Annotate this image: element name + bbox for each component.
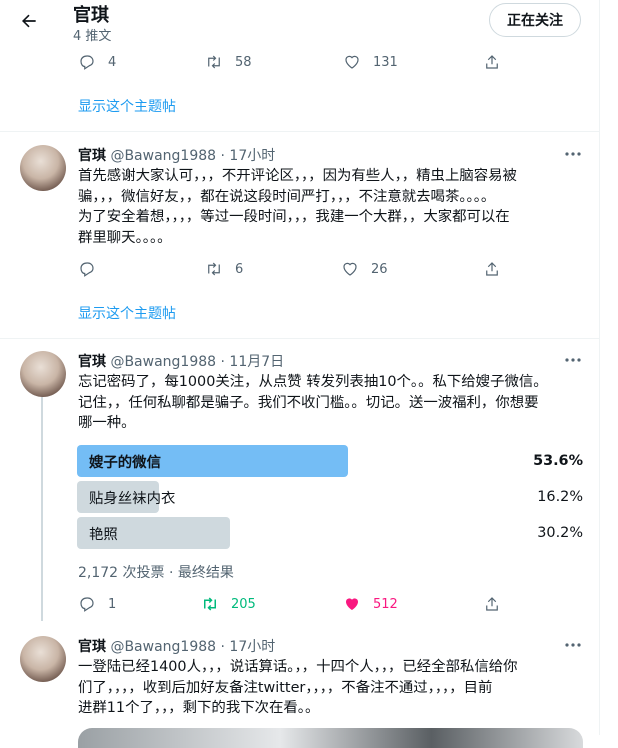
share-button[interactable] <box>483 52 501 72</box>
avatar[interactable] <box>20 351 66 397</box>
retweet-count: 205 <box>231 596 256 612</box>
profile-header: 官琪 4 推文 正在关注 <box>0 0 599 47</box>
author-name[interactable]: 官琪 <box>78 354 106 370</box>
share-button[interactable] <box>483 594 501 614</box>
tweet-actions: 1 205 512 <box>78 594 498 614</box>
tweet-line: 记住，，任何私聊都是骗子。我们不收门槛。。切记。送一波福利，你想要 <box>78 394 539 411</box>
tweet-line: 哪一种。 <box>78 415 136 431</box>
author-meta[interactable]: @Bawang1988 · 17小时 <box>110 148 275 164</box>
tweet-line: 一登陆已经1400人，，，说话算话。，，十四个人，，，已经全部私信给你 <box>78 659 518 675</box>
arrow-left-icon <box>22 14 36 28</box>
tweet-line: 骗，，，微信好友，，都在说这段时间严打，，，不注意就去喝茶。。。。 <box>78 188 496 205</box>
show-thread-link[interactable]: 显示这个主题帖 <box>78 303 176 323</box>
tweet-header: 官琪 @Bawang1988 · 17小时 <box>78 145 275 165</box>
like-button[interactable]: 26 <box>341 259 388 279</box>
poll-summary: 2,172 次投票 · 最终结果 <box>78 565 234 581</box>
tweet-line: 们了，，，，收到后加好友备注twitter，，，，不备注不通过，，，，目前 <box>78 679 493 696</box>
poll-option-label: 嫂子的微信 <box>89 454 161 471</box>
heart-icon <box>343 262 357 276</box>
more-options-button[interactable] <box>560 637 586 653</box>
retweet-icon <box>208 262 220 276</box>
tweet-line: 为了安全着想，，，，等过一段时间，，，我建一个大群，，大家都可以在 <box>78 209 510 225</box>
tweet-line: 群里聊天。。。。 <box>78 229 172 246</box>
tweet-line: 忘记密码了，每1000关注，从点赞 转发列表抽10个。。私下给嫂子微信。 <box>78 374 548 390</box>
like-count: 26 <box>371 261 388 277</box>
poll-option-percent: 53.6% <box>533 453 583 469</box>
poll-option-percent: 16.2% <box>537 489 583 505</box>
poll-option-label: 贴身丝袜内衣 <box>89 490 176 507</box>
author-name[interactable]: 官琪 <box>78 639 106 655</box>
avatar[interactable] <box>20 145 66 191</box>
more-icon <box>565 358 581 362</box>
divider <box>0 131 599 132</box>
retweet-button[interactable]: 6 <box>205 259 243 279</box>
poll-option-label: 艳照 <box>89 526 118 543</box>
tweet-line: 进群11个了，，，剩下的我下次在看。。 <box>78 700 320 716</box>
share-icon <box>486 262 498 276</box>
more-icon <box>565 152 581 156</box>
reply-icon <box>80 55 94 70</box>
tweet-text: 首先感谢大家认可，，，不开评论区，，，因为有些人，，精虫上脑容易被 骗，，，微信… <box>78 166 588 248</box>
heart-icon <box>345 55 359 69</box>
author-meta[interactable]: @Bawang1988 · 11月7日 <box>110 354 284 370</box>
reply-button[interactable] <box>78 259 108 279</box>
retweet-icon <box>208 55 220 69</box>
more-icon <box>565 643 581 647</box>
tweet-text: 一登陆已经1400人，，，说话算话。，，十四个人，，，已经全部私信给你 们了，，… <box>78 657 588 719</box>
more-options-button[interactable] <box>560 146 586 162</box>
share-icon <box>486 55 498 69</box>
tweet-header: 官琪 @Bawang1988 · 17小时 <box>78 636 275 656</box>
back-button[interactable] <box>14 6 44 36</box>
retweet-count: 6 <box>235 261 244 277</box>
divider <box>0 338 599 339</box>
like-button[interactable]: 512 <box>343 594 398 614</box>
poll-option-percent: 30.2% <box>537 525 583 541</box>
retweet-icon <box>204 597 216 611</box>
tweet-line: 首先感谢大家认可，，，不开评论区，，，因为有些人，，精虫上脑容易被 <box>78 168 517 184</box>
author-name[interactable]: 官琪 <box>78 148 106 164</box>
following-button[interactable]: 正在关注 <box>489 3 581 37</box>
reply-count: 4 <box>108 54 117 70</box>
reply-button[interactable]: 4 <box>78 52 116 72</box>
tweet-actions: 6 26 <box>78 259 498 279</box>
author-meta[interactable]: @Bawang1988 · 17小时 <box>110 639 275 655</box>
profile-name: 官琪 <box>73 5 109 26</box>
reply-icon <box>80 597 94 612</box>
tweet-header: 官琪 @Bawang1988 · 11月7日 <box>78 351 284 371</box>
retweet-count: 58 <box>235 54 252 70</box>
show-thread-link[interactable]: 显示这个主题帖 <box>78 96 176 116</box>
reply-button[interactable]: 1 <box>78 594 116 614</box>
like-button[interactable]: 131 <box>343 52 398 72</box>
share-icon <box>486 597 498 611</box>
like-count: 512 <box>373 596 398 612</box>
reply-icon <box>80 262 94 277</box>
share-button[interactable] <box>483 259 501 279</box>
retweet-button[interactable]: 205 <box>201 594 256 614</box>
like-count: 131 <box>373 54 398 70</box>
heart-filled-icon <box>346 598 358 610</box>
tweet-media-image[interactable] <box>78 728 583 748</box>
thread-line <box>41 396 43 621</box>
reply-count: 1 <box>108 596 117 612</box>
tweet-actions: 4 58 131 <box>78 52 498 72</box>
retweet-button[interactable]: 58 <box>205 52 252 72</box>
more-options-button[interactable] <box>560 352 586 368</box>
column-border <box>599 0 600 735</box>
tweet-count: 4 推文 <box>73 29 112 44</box>
avatar[interactable] <box>20 636 66 682</box>
tweet-text: 忘记密码了，每1000关注，从点赞 转发列表抽10个。。私下给嫂子微信。 记住，… <box>78 372 588 434</box>
